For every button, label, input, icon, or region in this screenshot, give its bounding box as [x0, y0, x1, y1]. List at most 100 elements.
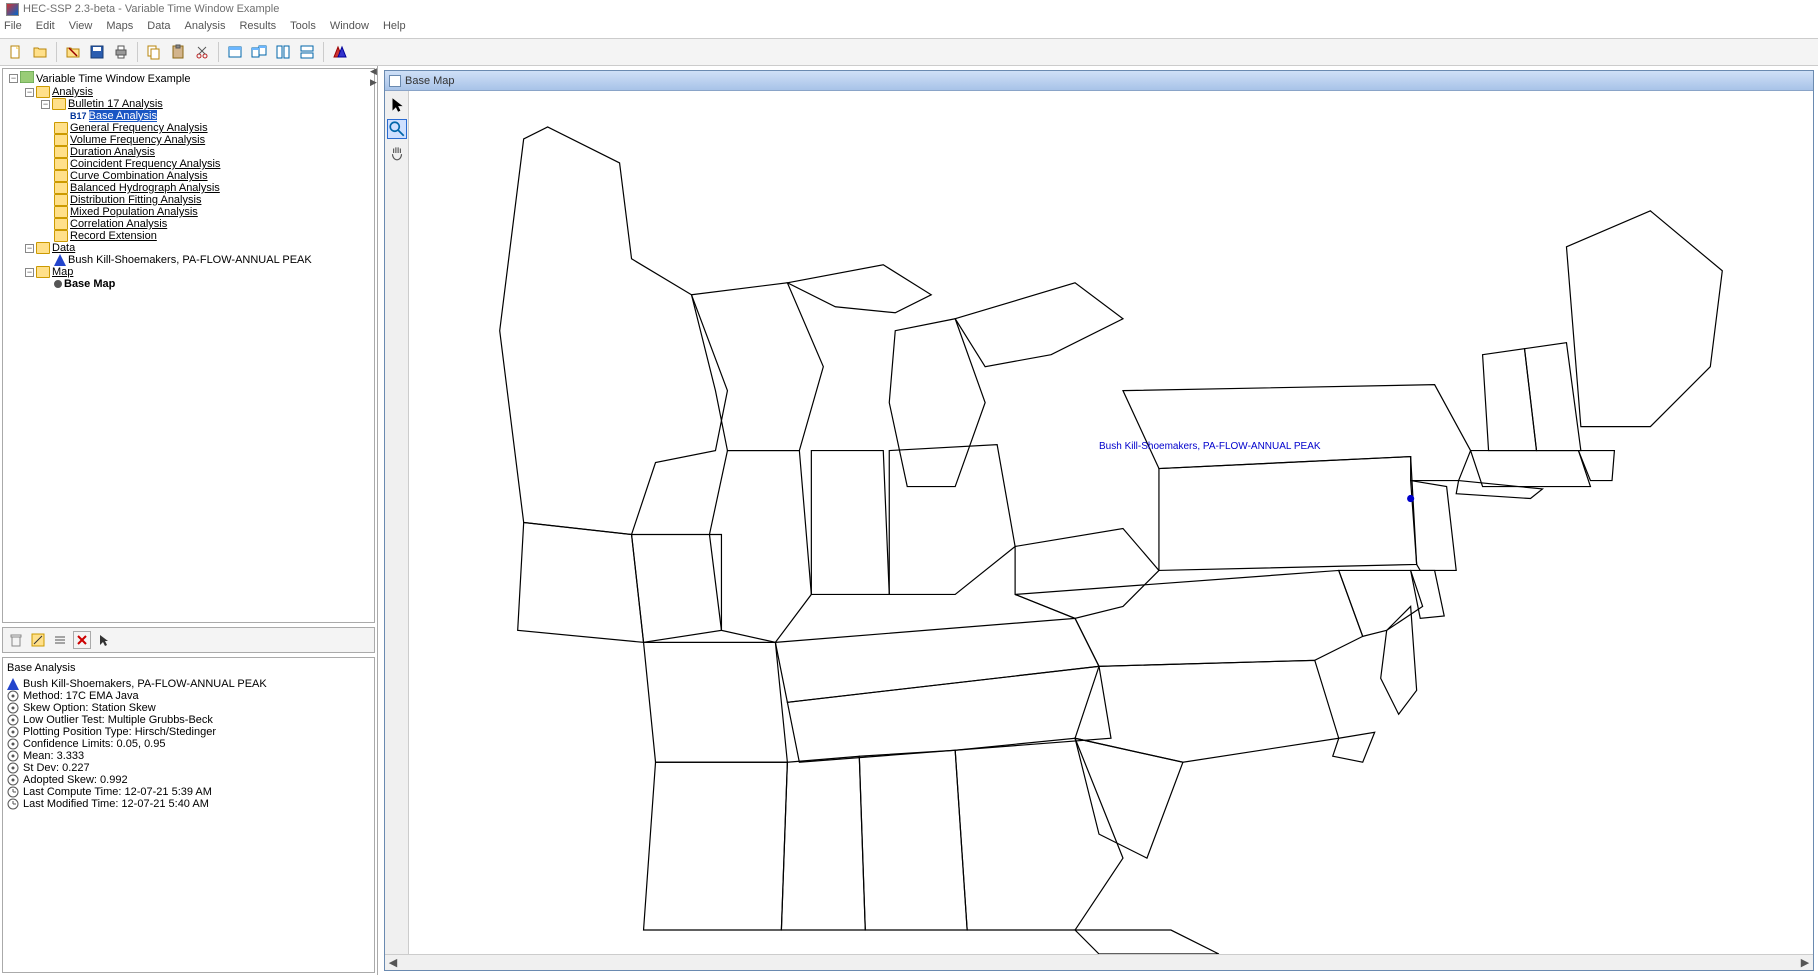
menu-help[interactable]: Help: [383, 20, 406, 36]
collapse-icon[interactable]: −: [25, 268, 34, 277]
tool-plot[interactable]: [330, 42, 350, 62]
tree-item[interactable]: Volume Frequency Analysis: [39, 134, 372, 146]
menu-results[interactable]: Results: [239, 20, 276, 36]
tree-map-item[interactable]: Base Map: [39, 278, 372, 290]
tool-paste[interactable]: [168, 42, 188, 62]
folder-icon: [54, 170, 68, 182]
tool-tile-v[interactable]: [297, 42, 317, 62]
tree-analysis-label[interactable]: Analysis: [52, 86, 93, 98]
details-toolbar: [2, 627, 375, 653]
tool-window1[interactable]: [225, 42, 245, 62]
main-area: − Variable Time Window Example − Analysi…: [0, 66, 1818, 975]
window-title: HEC-SSP 2.3-beta - Variable Time Window …: [23, 3, 279, 15]
toolbar: [0, 38, 1818, 66]
menu-view[interactable]: View: [69, 20, 93, 36]
map-tools: [385, 91, 409, 954]
app-icon: [6, 3, 19, 16]
map-horizontal-scrollbar[interactable]: ◀ ▶: [385, 954, 1813, 970]
tool-cut[interactable]: [192, 42, 212, 62]
tree-base-analysis[interactable]: B17 Base Analysis: [55, 110, 372, 122]
delete-button[interactable]: [73, 631, 91, 649]
zoom-tool[interactable]: [387, 119, 407, 139]
folder-icon: [36, 242, 50, 254]
list-button[interactable]: [51, 631, 69, 649]
map-point-label: Bush Kill-Shoemakers, PA-FLOW-ANNUAL PEA…: [1099, 441, 1321, 452]
tree-item[interactable]: Balanced Hydrograph Analysis: [39, 182, 372, 194]
tool-copy[interactable]: [144, 42, 164, 62]
tree-bulletin17-label[interactable]: Bulletin 17 Analysis: [68, 98, 163, 110]
right-panel: ◀ ▶ Base Map: [378, 66, 1818, 975]
gear-icon: [7, 774, 19, 786]
tree-bulletin17[interactable]: − Bulletin 17 Analysis: [39, 98, 372, 110]
scroll-left-icon[interactable]: ◀: [385, 955, 401, 970]
tool-new[interactable]: [6, 42, 26, 62]
menu-analysis[interactable]: Analysis: [185, 20, 226, 36]
gear-icon: [7, 762, 19, 774]
tool-tile-h[interactable]: [273, 42, 293, 62]
map-canvas[interactable]: Bush Kill-Shoemakers, PA-FLOW-ANNUAL PEA…: [409, 91, 1813, 954]
pan-tool[interactable]: [387, 143, 407, 163]
tree-item[interactable]: Curve Combination Analysis: [39, 170, 372, 182]
details-station: Bush Kill-Shoemakers, PA-FLOW-ANNUAL PEA…: [23, 678, 267, 690]
trash-button[interactable]: [7, 631, 25, 649]
tree-item[interactable]: Correlation Analysis: [39, 218, 372, 230]
menu-file[interactable]: File: [4, 20, 22, 36]
clock-icon: [7, 786, 19, 798]
clock-icon: [7, 798, 19, 810]
tree-item[interactable]: Mixed Population Analysis: [39, 206, 372, 218]
tree-data-item[interactable]: Bush Kill-Shoemakers, PA-FLOW-ANNUAL PEA…: [39, 254, 372, 266]
pointer-button[interactable]: [95, 631, 113, 649]
folder-icon: [54, 182, 68, 194]
tree-panel: − Variable Time Window Example − Analysi…: [2, 68, 375, 623]
gear-icon: [7, 738, 19, 750]
menu-data[interactable]: Data: [147, 20, 170, 36]
tree-item[interactable]: Record Extension: [39, 230, 372, 242]
details-title: Base Analysis: [7, 662, 370, 674]
tree-item[interactable]: General Frequency Analysis: [39, 122, 372, 134]
tree-base-analysis-label[interactable]: Base Analysis: [89, 110, 157, 122]
menu-edit[interactable]: Edit: [36, 20, 55, 36]
menu-tools[interactable]: Tools: [290, 20, 316, 36]
folder-icon: [54, 158, 68, 170]
scroll-right-icon[interactable]: ▶: [1797, 955, 1813, 970]
menu-bar: File Edit View Maps Data Analysis Result…: [0, 18, 1818, 38]
folder-icon: [54, 194, 68, 206]
tool-close[interactable]: [63, 42, 83, 62]
collapse-icon[interactable]: −: [25, 244, 34, 253]
details-panel: Base Analysis Bush Kill-Shoemakers, PA-F…: [2, 657, 375, 973]
map-titlebar[interactable]: Base Map: [385, 71, 1813, 91]
gear-icon: [7, 714, 19, 726]
tool-save[interactable]: [87, 42, 107, 62]
tree-data-folder[interactable]: − Data: [23, 242, 372, 254]
map-window: Base Map: [384, 70, 1814, 971]
tree-data-label[interactable]: Data: [52, 242, 75, 254]
tree-map-label[interactable]: Map: [52, 266, 73, 278]
pointer-tool[interactable]: [387, 95, 407, 115]
collapse-icon[interactable]: −: [25, 88, 34, 97]
tree-item[interactable]: Duration Analysis: [39, 146, 372, 158]
menu-maps[interactable]: Maps: [106, 20, 133, 36]
dot-icon: [54, 280, 62, 288]
tool-open[interactable]: [30, 42, 50, 62]
tree-root-node[interactable]: − Variable Time Window Example: [7, 71, 372, 86]
collapse-icon[interactable]: −: [41, 100, 50, 109]
tool-print[interactable]: [111, 42, 131, 62]
tree-item[interactable]: Coincident Frequency Analysis: [39, 158, 372, 170]
tool-window2[interactable]: [249, 42, 269, 62]
folder-icon: [54, 218, 68, 230]
study-icon: [20, 71, 34, 86]
menu-window[interactable]: Window: [330, 20, 369, 36]
folder-icon: [54, 230, 68, 242]
tree-map-folder[interactable]: − Map: [23, 266, 372, 278]
triangle-icon: [54, 254, 66, 266]
edit-button[interactable]: [29, 631, 47, 649]
gear-icon: [7, 726, 19, 738]
splitter[interactable]: ◀▶: [370, 66, 377, 88]
tree-analysis-folder[interactable]: − Analysis: [23, 86, 372, 98]
map-window-title: Base Map: [405, 75, 455, 87]
folder-icon: [54, 206, 68, 218]
folder-icon: [36, 86, 50, 98]
folder-icon: [52, 98, 66, 110]
collapse-icon[interactable]: −: [9, 74, 18, 83]
tree-item[interactable]: Distribution Fitting Analysis: [39, 194, 372, 206]
